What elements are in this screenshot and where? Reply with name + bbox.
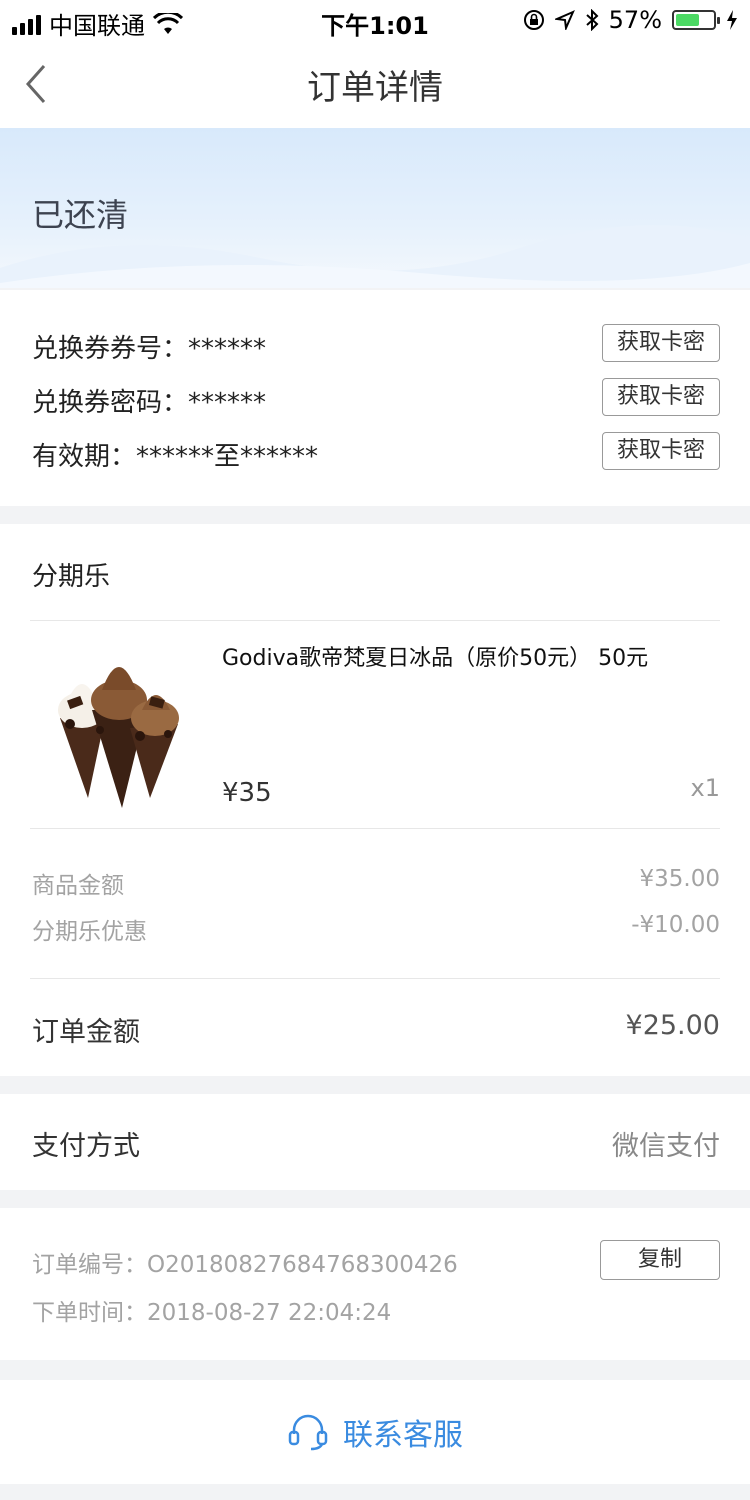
charging-icon: [727, 10, 737, 30]
product-name[interactable]: Godiva歌帝梵夏日冰品（原价50元） 50元: [222, 640, 648, 672]
order-status: 已还清: [32, 196, 129, 234]
location-icon: [554, 10, 575, 30]
bluetooth-icon: [585, 9, 599, 31]
payment-method-value: 微信支付: [612, 1131, 720, 1162]
order-number: 订单编号：O20180827684768300426: [32, 1252, 458, 1278]
order-time: 下单时间：2018-08-27 22:04:24: [32, 1300, 392, 1326]
payment-method-label: 支付方式: [32, 1131, 140, 1162]
divider: [30, 978, 720, 979]
voucher-validity-row: 有效期：******至****** 获取卡密: [32, 432, 720, 476]
headset-icon: [288, 1414, 328, 1451]
get-card-secret-button[interactable]: 获取卡密: [602, 324, 720, 362]
battery-icon: [672, 10, 720, 30]
nav-bar: 订单详情: [0, 40, 750, 128]
voucher-card: 兑换券券号：****** 获取卡密 兑换券密码：****** 获取卡密 有效期：…: [0, 290, 750, 506]
divider: [30, 828, 720, 829]
contact-service-label: 联系客服: [343, 1418, 463, 1453]
voucher-code-label: 兑换券券号：******: [32, 334, 267, 364]
discount-label: 分期乐优惠: [32, 919, 147, 945]
order-amount-value: ¥25.00: [625, 1010, 720, 1041]
page-title: 订单详情: [307, 68, 443, 108]
divider: [30, 620, 720, 621]
product-price: ¥35: [222, 778, 272, 808]
voucher-password-label: 兑换券密码：******: [32, 388, 267, 418]
order-amount-label: 订单金额: [32, 1017, 140, 1048]
product-image[interactable]: [30, 638, 208, 814]
product-quantity: x1: [690, 774, 720, 802]
status-bar: 中国联通 下午1:01 57%: [0, 0, 750, 40]
merchant-title: 分期乐: [32, 562, 111, 592]
copy-button[interactable]: 复制: [600, 1240, 720, 1280]
rotation-lock-icon: [523, 10, 544, 30]
voucher-code-row: 兑换券券号：****** 获取卡密: [32, 324, 720, 368]
order-info-card: [0, 1208, 750, 1360]
voucher-password-row: 兑换券密码：****** 获取卡密: [32, 378, 720, 422]
goods-amount-value: ¥35.00: [639, 866, 720, 892]
battery-percent: 57%: [608, 6, 662, 34]
goods-amount-label: 商品金额: [32, 873, 124, 899]
voucher-validity-label: 有效期：******至******: [32, 442, 319, 472]
get-card-secret-button[interactable]: 获取卡密: [602, 378, 720, 416]
status-banner: 已还清: [0, 128, 750, 288]
contact-service-button[interactable]: 联系客服: [0, 1380, 750, 1484]
get-card-secret-button[interactable]: 获取卡密: [602, 432, 720, 470]
discount-value: -¥10.00: [631, 912, 720, 938]
